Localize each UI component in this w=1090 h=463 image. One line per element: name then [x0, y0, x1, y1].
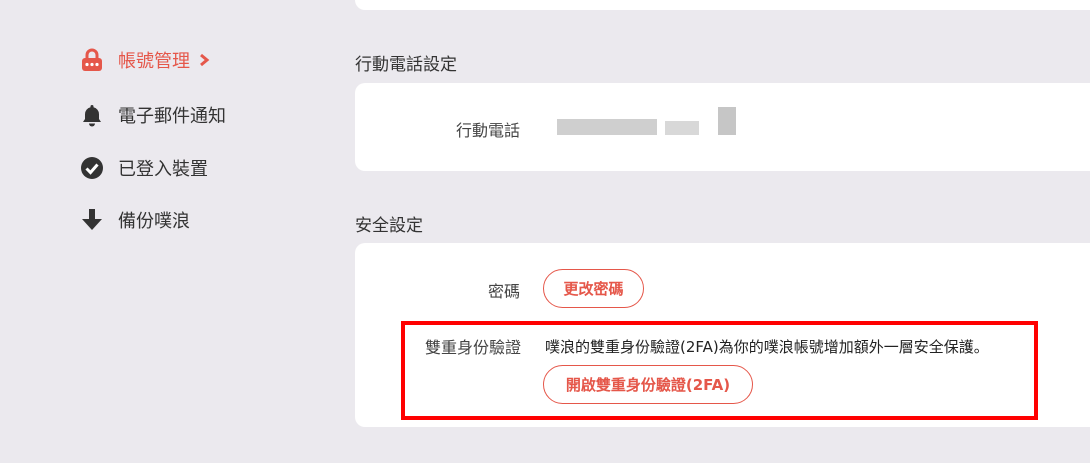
sidebar-item-logged-in-devices[interactable]: 已登入裝置	[80, 155, 208, 181]
sidebar-item-account-management[interactable]: 帳號管理	[80, 47, 210, 73]
bell-icon	[80, 103, 104, 127]
sidebar-item-label: 帳號管理	[118, 51, 190, 72]
sidebar-item-label: 已登入裝置	[118, 159, 208, 180]
arrow-down-icon	[80, 208, 104, 232]
sidebar-item-label: 電子郵件通知	[118, 106, 226, 127]
chevron-right-icon	[198, 53, 210, 67]
phone-section-title: 行動電話設定	[355, 55, 457, 75]
password-label: 密碼	[487, 282, 520, 301]
change-password-button[interactable]: 更改密碼	[543, 269, 644, 308]
check-circle-icon	[80, 156, 104, 180]
sidebar-item-backup[interactable]: 備份噗浪	[80, 207, 190, 233]
security-section-title: 安全設定	[355, 216, 423, 236]
phone-label: 行動電話	[455, 121, 520, 140]
sidebar-item-label: 備份噗浪	[118, 211, 190, 232]
previous-card	[355, 0, 1090, 10]
highlight-box	[401, 321, 1038, 420]
lock-icon	[80, 48, 104, 72]
sidebar-item-email-notifications[interactable]: 電子郵件通知	[80, 102, 226, 128]
